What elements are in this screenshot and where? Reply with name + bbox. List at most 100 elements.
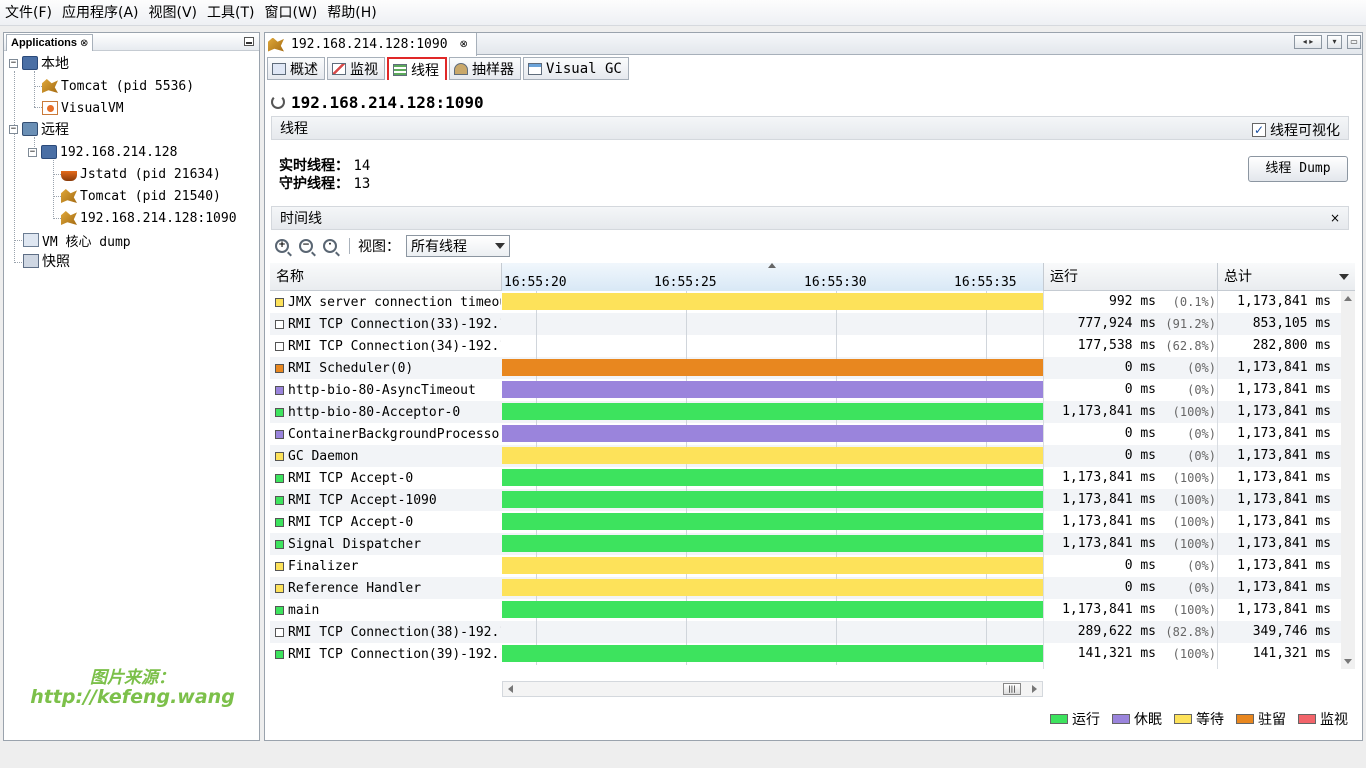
menu-help[interactable]: 帮助(H) xyxy=(322,0,381,26)
scroll-right-icon[interactable] xyxy=(1032,685,1037,693)
thread-total-time: 1,173,841 ms xyxy=(1237,536,1331,551)
thread-total-time: 1,173,841 ms xyxy=(1237,580,1331,595)
tree-node-local[interactable]: − 本地 xyxy=(9,53,69,73)
table-row[interactable]: RMI TCP Connection(34)-192.168.214.1 177,… xyxy=(270,335,1341,357)
table-row[interactable]: Finalizer 0 ms (0%) 1,173,841 ms xyxy=(270,555,1341,577)
table-row[interactable]: http-bio-80-Acceptor-0 1,173,841 ms (100%)… xyxy=(270,401,1341,423)
thread-state-bar xyxy=(502,469,1043,486)
column-header-run[interactable]: 运行 xyxy=(1044,263,1218,291)
threads-visualize-checkbox[interactable]: ✓ xyxy=(1252,123,1266,137)
table-row[interactable]: RMI TCP Connection(39)-192.168.214.1 141,… xyxy=(270,643,1341,665)
tab-overview[interactable]: 概述 xyxy=(267,57,325,80)
thread-state-swatch xyxy=(275,319,284,329)
tab-list-button[interactable]: ▾ xyxy=(1327,35,1342,49)
horizontal-scrollbar[interactable]: ||| xyxy=(502,681,1043,697)
scroll-thumb[interactable]: ||| xyxy=(1003,683,1021,695)
thread-name-cell: RMI TCP Connection(38)-192.168.214.1 xyxy=(270,621,501,643)
view-select[interactable]: 所有线程 xyxy=(406,235,510,257)
table-row[interactable]: RMI Scheduler(0) 0 ms (0%) 1,173,841 ms xyxy=(270,357,1341,379)
close-icon[interactable]: ⊗ xyxy=(80,38,88,49)
table-row[interactable]: RMI TCP Accept-0 1,173,841 ms (100%) 1,173,… xyxy=(270,511,1341,533)
tree-node-vm-core-dump[interactable]: VM 核心 dump xyxy=(23,230,131,250)
legend-item-park: 驻留 xyxy=(1236,709,1286,729)
thread-name: RMI Scheduler(0) xyxy=(288,360,414,376)
timeline-section-header: 时间线 × xyxy=(271,206,1349,230)
tree-node-jstatd[interactable]: Jstatd (pid 21634) xyxy=(61,164,221,184)
menu-applications[interactable]: 应用程序(A) xyxy=(57,0,144,26)
tree-node-jmx-connection[interactable]: 192.168.214.128:1090 xyxy=(61,208,237,228)
table-row[interactable]: RMI TCP Connection(38)-192.168.214.1 289,… xyxy=(270,621,1341,643)
applications-tab[interactable]: Applications ⊗ xyxy=(6,34,94,51)
column-divider xyxy=(1217,291,1218,669)
thread-state-bar xyxy=(502,447,1043,464)
thread-dump-button[interactable]: 线程 Dump xyxy=(1248,156,1348,182)
timeline-gridline xyxy=(986,313,987,335)
column-menu-icon[interactable] xyxy=(1339,274,1349,280)
snapshot-icon xyxy=(23,254,39,268)
thread-timeline-cell xyxy=(502,401,1043,423)
thread-run-time: 289,622 ms xyxy=(1077,624,1156,639)
table-row[interactable]: http-bio-80-AsyncTimeout 0 ms (0%) 1,173,84… xyxy=(270,379,1341,401)
thread-run-time: 777,924 ms xyxy=(1077,316,1156,331)
menu-window[interactable]: 窗口(W) xyxy=(260,0,323,26)
menu-view[interactable]: 视图(V) xyxy=(144,0,203,26)
thread-name-cell: Finalizer xyxy=(270,555,501,577)
minimize-button[interactable] xyxy=(244,37,254,46)
document-tab[interactable]: 192.168.214.128:1090 ⊗ xyxy=(265,33,477,56)
table-row[interactable]: Reference Handler 0 ms (0%) 1,173,841 ms xyxy=(270,577,1341,599)
thread-name: ContainerBackgroundProcessor xyxy=(288,426,501,442)
column-header-timeline[interactable]: 16:55:20 16:55:25 16:55:30 16:55:35 xyxy=(502,263,1044,291)
vertical-scrollbar[interactable] xyxy=(1341,291,1355,669)
thread-timeline-cell xyxy=(502,313,1043,335)
zoom-out-icon[interactable]: − xyxy=(299,239,313,253)
timeline-gridline xyxy=(836,313,837,335)
table-row[interactable]: ContainerBackgroundProcessor 0 ms (0%) 1,17… xyxy=(270,423,1341,445)
close-icon[interactable]: × xyxy=(1330,211,1340,225)
monitor-icon xyxy=(332,62,346,75)
thread-run-time: 1,173,841 ms xyxy=(1062,492,1156,507)
timeline-gridline xyxy=(536,621,537,643)
maximize-button[interactable]: ▭ xyxy=(1347,35,1361,49)
tree-node-tomcat-local[interactable]: Tomcat (pid 5536) xyxy=(42,76,194,96)
table-row[interactable]: JMX server connection timeout 992 ms (0.1%… xyxy=(270,291,1341,313)
thread-name: Finalizer xyxy=(288,558,359,574)
tree-node-visualvm[interactable]: VisualVM xyxy=(42,98,124,118)
scroll-down-icon[interactable] xyxy=(1344,659,1352,664)
table-row[interactable]: Signal Dispatcher 1,173,841 ms (100%) 1,173… xyxy=(270,533,1341,555)
thread-timeline-cell xyxy=(502,467,1043,489)
tab-sampler[interactable]: 抽样器 xyxy=(449,57,521,80)
column-header-total[interactable]: 总计 xyxy=(1218,263,1355,291)
menu-file[interactable]: 文件(F) xyxy=(0,0,57,26)
tab-scroll-button[interactable]: ◂ ▸ xyxy=(1294,35,1322,49)
tree-node-remote-host[interactable]: − 192.168.214.128 xyxy=(28,142,177,162)
tree-label: 远程 xyxy=(41,122,69,138)
thread-run-percent: (100%) xyxy=(1172,493,1216,507)
tree-node-remote[interactable]: − 远程 xyxy=(9,119,69,139)
table-row[interactable]: RMI TCP Connection(33)-192.168.214.1 777,… xyxy=(270,313,1341,335)
tree-node-snapshots[interactable]: 快照 xyxy=(23,251,70,271)
table-row[interactable]: GC Daemon 0 ms (0%) 1,173,841 ms xyxy=(270,445,1341,467)
threads-visualize-toggle[interactable]: ✓ 线程可视化 xyxy=(1252,120,1340,140)
collapse-icon[interactable]: − xyxy=(9,58,18,68)
legend-item-wait: 等待 xyxy=(1174,709,1224,729)
collapse-icon[interactable]: − xyxy=(28,147,37,157)
zoom-in-icon[interactable]: + xyxy=(275,239,289,253)
scroll-up-icon[interactable] xyxy=(1344,296,1352,301)
column-header-name[interactable]: 名称 xyxy=(270,263,502,291)
thread-name: RMI TCP Connection(33)-192.168.214.1 xyxy=(288,316,501,332)
tab-threads[interactable]: 线程 xyxy=(387,57,447,80)
scroll-left-icon[interactable] xyxy=(508,685,513,693)
close-icon[interactable]: ⊗ xyxy=(460,39,468,50)
thread-run-percent: (82.8%) xyxy=(1165,625,1216,639)
menu-tools[interactable]: 工具(T) xyxy=(202,0,259,26)
tab-monitor[interactable]: 监视 xyxy=(327,57,385,80)
tab-visual-gc[interactable]: Visual GC xyxy=(523,57,629,80)
collapse-icon[interactable]: − xyxy=(9,124,18,134)
tab-label: 线程 xyxy=(411,62,439,79)
table-row[interactable]: main 1,173,841 ms (100%) 1,173,841 ms xyxy=(270,599,1341,621)
thread-name: Reference Handler xyxy=(288,580,422,596)
zoom-fit-icon[interactable]: · xyxy=(323,239,337,253)
table-row[interactable]: RMI TCP Accept-0 1,173,841 ms (100%) 1,173,… xyxy=(270,467,1341,489)
table-row[interactable]: RMI TCP Accept-1090 1,173,841 ms (100%) 1,1… xyxy=(270,489,1341,511)
tree-node-tomcat-remote[interactable]: Tomcat (pid 21540) xyxy=(61,186,221,206)
